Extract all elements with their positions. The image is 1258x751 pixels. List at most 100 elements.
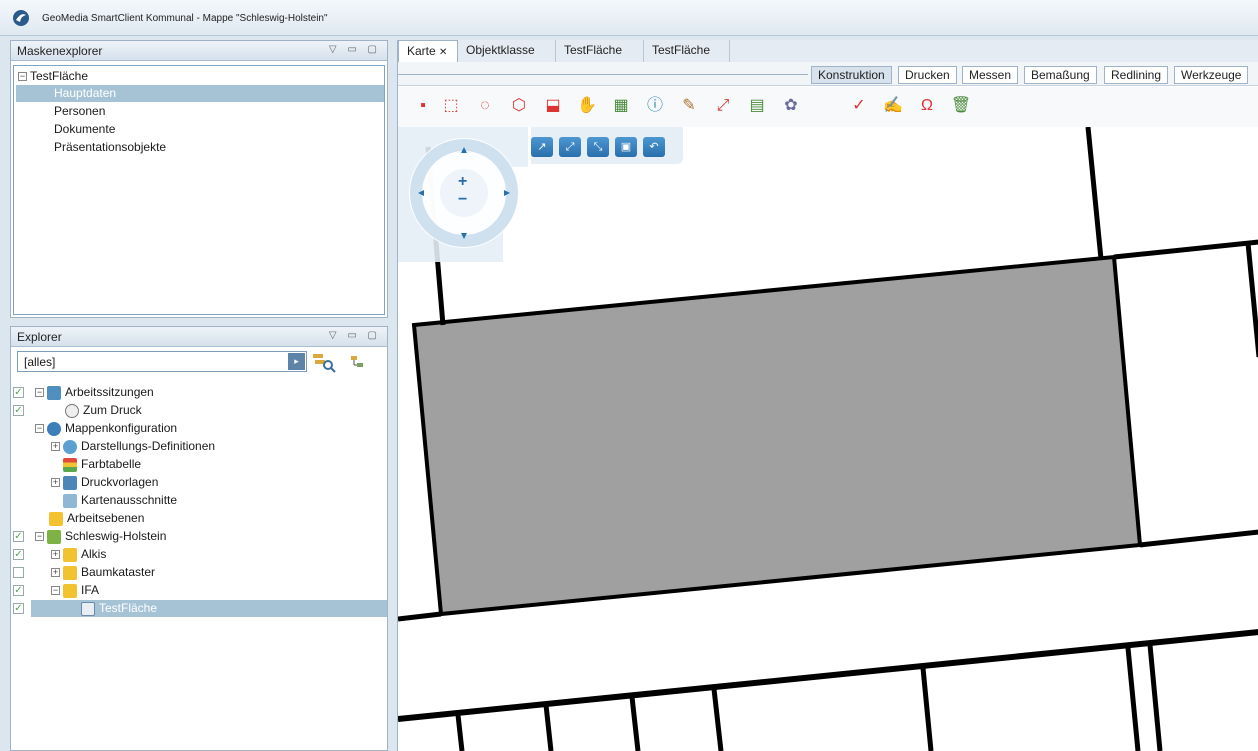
layer-icon bbox=[81, 601, 95, 616]
explorer-filter-select[interactable]: [alles] ▸ bbox=[17, 351, 307, 372]
collapse-icon[interactable]: − bbox=[35, 532, 44, 542]
pan-hand-icon[interactable]: ✋ bbox=[576, 95, 598, 117]
ribbon-werkzeuge[interactable]: Werkzeuge bbox=[1174, 66, 1249, 84]
tab-karte[interactable]: Karte ✕ bbox=[398, 40, 458, 62]
magnet-icon[interactable]: Ω bbox=[916, 95, 938, 117]
explorer-header: Explorer ▽ ▭ ▢ bbox=[11, 327, 387, 347]
ribbon-messen[interactable]: Messen bbox=[962, 66, 1019, 84]
tree-item-druckvorlagen[interactable]: + Druckvorlagen bbox=[51, 474, 158, 491]
checkbox-zum-druck[interactable]: ✓ bbox=[13, 405, 24, 416]
expand-icon[interactable]: + bbox=[51, 442, 60, 452]
style-definitions-icon bbox=[63, 439, 77, 454]
checkbox-alkis[interactable]: ✓ bbox=[13, 549, 24, 560]
masken-tree: − TestFläche Hauptdaten Personen Dokument… bbox=[13, 65, 385, 315]
open-folder-icon bbox=[47, 529, 61, 544]
view-zoom-in-icon[interactable]: ⤢ bbox=[559, 137, 581, 157]
folder-icon bbox=[49, 511, 63, 526]
checkbox-ifa[interactable]: ✓ bbox=[13, 585, 24, 596]
dropdown-arrow-icon[interactable]: ▸ bbox=[288, 353, 305, 370]
table-icon[interactable]: ▤ bbox=[746, 95, 768, 117]
select-rect-icon[interactable]: ⬓ bbox=[542, 95, 564, 117]
tree-item-farbtabelle[interactable]: Farbtabelle bbox=[63, 456, 141, 473]
tree-options-icon[interactable] bbox=[349, 354, 369, 372]
tab-testflaeche-2[interactable]: TestFläche bbox=[644, 40, 730, 62]
ribbon-konstruktion[interactable]: Konstruktion bbox=[811, 66, 892, 84]
app-logo-icon bbox=[13, 10, 29, 26]
tree-item-alkis[interactable]: + Alkis bbox=[51, 546, 106, 563]
print-template-icon bbox=[63, 475, 77, 490]
tree-item-mappenkonfiguration[interactable]: − Mappenkonfiguration bbox=[35, 420, 177, 437]
tree-item-baumkataster[interactable]: + Baumkataster bbox=[51, 564, 155, 581]
view-extent-icon[interactable]: ▣ bbox=[615, 137, 637, 157]
collapse-icon[interactable]: − bbox=[18, 72, 27, 82]
tree-item-praesentationsobjekte[interactable]: Präsentationsobjekte bbox=[54, 139, 166, 156]
checkbox-testflaeche[interactable]: ✓ bbox=[13, 603, 24, 614]
view-fit-icon[interactable]: ↗ bbox=[531, 137, 553, 157]
panel-window-controls[interactable]: ▽ ▭ ▢ bbox=[329, 44, 381, 55]
ribbon-bemassung[interactable]: Bemaßung bbox=[1024, 66, 1097, 84]
zoom-in-button[interactable]: + bbox=[458, 173, 467, 191]
tree-item-zum-druck[interactable]: Zum Druck bbox=[65, 402, 142, 419]
ribbon-drucken[interactable]: Drucken bbox=[898, 66, 957, 84]
folder-icon bbox=[63, 547, 77, 562]
tree-item-darstellungs-definitionen[interactable]: + Darstellungs-Definitionen bbox=[51, 438, 215, 455]
tree-item-kartenausschnitte[interactable]: Kartenausschnitte bbox=[63, 492, 177, 509]
zoom-out-button[interactable]: − bbox=[458, 191, 467, 209]
expand-icon[interactable]: + bbox=[51, 568, 60, 578]
window-title: GeoMedia SmartClient Kommunal - Mappe "S… bbox=[42, 13, 328, 24]
expand-icon[interactable]: + bbox=[51, 550, 60, 560]
view-buttons-group: ↗ ⤢ ⤡ ▣ ↶ bbox=[531, 127, 683, 164]
maskenexplorer-panel: Maskenexplorer ▽ ▭ ▢ − TestFläche Hauptda… bbox=[10, 40, 388, 318]
selected-parcel[interactable] bbox=[411, 254, 1143, 617]
tree-item-ifa[interactable]: − IFA bbox=[51, 582, 99, 599]
trash-icon[interactable]: 🗑 bbox=[950, 95, 972, 117]
tree-item-personen[interactable]: Personen bbox=[54, 103, 105, 120]
collapse-icon[interactable]: − bbox=[51, 586, 60, 596]
view-previous-icon[interactable]: ↶ bbox=[643, 137, 665, 157]
tree-item-testflaeche[interactable]: − TestFläche bbox=[18, 68, 88, 85]
info-icon[interactable]: ⓘ bbox=[644, 95, 666, 117]
select-circle-icon[interactable]: ◌ bbox=[474, 95, 496, 117]
check-icon[interactable]: ✓ bbox=[848, 95, 870, 117]
tree-item-schleswig-holstein[interactable]: − Schleswig-Holstein bbox=[35, 528, 166, 545]
checkbox-schleswig-holstein[interactable]: ✓ bbox=[13, 531, 24, 542]
checkbox-arbeitssitzungen[interactable]: ✓ bbox=[13, 387, 24, 398]
maskenexplorer-title: Maskenexplorer bbox=[17, 44, 103, 58]
search-filter-icon[interactable] bbox=[311, 351, 337, 373]
insert-point-icon[interactable]: ▪ bbox=[412, 95, 434, 117]
ribbon-bar: Konstruktion Drucken Messen Bemaßung Red… bbox=[398, 62, 1258, 86]
settings-wheel-icon[interactable]: ✿ bbox=[780, 95, 802, 117]
tree-item-hauptdaten[interactable]: Hauptdaten bbox=[16, 85, 384, 102]
color-table-icon bbox=[63, 457, 77, 472]
parcel-line bbox=[543, 704, 554, 751]
select-area-icon[interactable]: ⬚ bbox=[440, 95, 462, 117]
parcel-line bbox=[1245, 242, 1258, 358]
tool-bar: ▪ ⬚ ◌ ⬡ ⬓ ✋ ▦ ⓘ ✎ ⤢ ▤ ✿ ✓ ✍ Ω 🗑 bbox=[398, 87, 1258, 127]
checkbox-baumkataster[interactable] bbox=[13, 567, 24, 578]
tree-item-dokumente[interactable]: Dokumente bbox=[54, 121, 115, 138]
ribbon-redlining[interactable]: Redlining bbox=[1104, 66, 1169, 84]
map-canvas[interactable]: + − ↗ ⤢ ⤡ ▣ ↶ bbox=[398, 127, 1258, 751]
move-icon[interactable]: ⤢ bbox=[712, 95, 734, 117]
collapse-icon[interactable]: − bbox=[35, 388, 44, 398]
tab-objektklasse[interactable]: Objektklasse bbox=[458, 40, 556, 62]
parcel-line bbox=[1113, 239, 1258, 260]
map-tabs: Karte ✕ Objektklasse TestFläche TestFläc… bbox=[398, 40, 1258, 62]
title-bar: GeoMedia SmartClient Kommunal - Mappe "S… bbox=[0, 0, 1258, 36]
parcel-line bbox=[398, 611, 442, 622]
edit-form-icon[interactable]: ✍ bbox=[882, 95, 904, 117]
ribbon-divider bbox=[398, 74, 808, 75]
tree-item-testflaeche-layer[interactable]: TestFläche bbox=[31, 600, 387, 617]
panel-window-controls[interactable]: ▽ ▭ ▢ bbox=[329, 330, 381, 341]
view-zoom-out-icon[interactable]: ⤡ bbox=[587, 137, 609, 157]
tab-testflaeche-1[interactable]: TestFläche bbox=[556, 40, 644, 62]
select-polygon-icon[interactable]: ⬡ bbox=[508, 95, 530, 117]
tree-item-arbeitssitzungen[interactable]: − Arbeitssitzungen bbox=[35, 384, 154, 401]
collapse-icon[interactable]: − bbox=[35, 424, 44, 434]
expand-icon[interactable]: + bbox=[51, 478, 60, 488]
attribute-icon[interactable]: ▦ bbox=[610, 95, 632, 117]
tree-item-arbeitsebenen[interactable]: Arbeitsebenen bbox=[49, 510, 144, 527]
folder-icon bbox=[63, 583, 77, 598]
close-tab-icon[interactable]: ✕ bbox=[439, 47, 447, 58]
edit-icon[interactable]: ✎ bbox=[678, 95, 700, 117]
